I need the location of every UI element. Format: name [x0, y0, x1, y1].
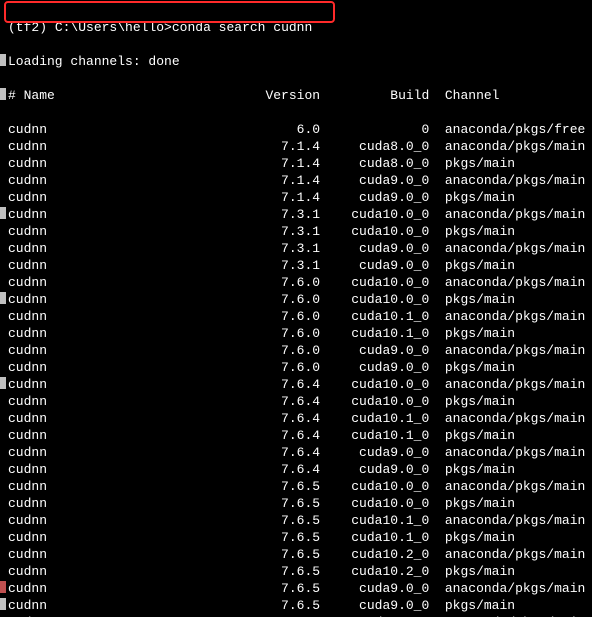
table-row: cudnn 7.6.4 cuda9.0_0 anaconda/pkgs/main [8, 444, 592, 461]
table-row: cudnn 7.6.4 cuda10.1_0 pkgs/main [8, 427, 592, 444]
table-header: # Name Version Build Channel [8, 87, 592, 104]
terminal-output[interactable]: (tf2) C:\Users\hello>conda search cudnn … [0, 0, 592, 617]
gutter-mark [0, 88, 6, 100]
editor-gutter [0, 0, 6, 617]
table-row: cudnn 7.3.1 cuda10.0_0 pkgs/main [8, 223, 592, 240]
table-row: cudnn 7.1.4 cuda9.0_0 anaconda/pkgs/main [8, 172, 592, 189]
gutter-mark [0, 598, 6, 610]
table-row: cudnn 7.6.4 cuda10.0_0 pkgs/main [8, 393, 592, 410]
table-row: cudnn 7.6.0 cuda10.1_0 anaconda/pkgs/mai… [8, 308, 592, 325]
loading-line: Loading channels: done [8, 53, 592, 70]
table-row: cudnn 7.6.0 cuda9.0_0 anaconda/pkgs/main [8, 342, 592, 359]
table-row: cudnn 7.6.5 cuda10.2_0 pkgs/main [8, 563, 592, 580]
table-row: cudnn 7.6.5 cuda10.1_0 anaconda/pkgs/mai… [8, 512, 592, 529]
prompt-command: conda search cudnn [172, 20, 312, 35]
table-row: cudnn 6.0 0 anaconda/pkgs/free [8, 121, 592, 138]
gutter-mark [0, 207, 6, 219]
table-row: cudnn 7.6.0 cuda10.1_0 pkgs/main [8, 325, 592, 342]
table-row: cudnn 7.6.5 cuda10.0_0 pkgs/main [8, 495, 592, 512]
prompt-env: (tf2) [8, 20, 47, 35]
gutter-mark [0, 292, 6, 304]
table-row: cudnn 7.6.0 cuda9.0_0 pkgs/main [8, 359, 592, 376]
table-row: cudnn 7.6.5 cuda10.1_0 pkgs/main [8, 529, 592, 546]
table-row: cudnn 7.6.0 cuda10.0_0 anaconda/pkgs/mai… [8, 274, 592, 291]
table-row: cudnn 7.3.1 cuda9.0_0 pkgs/main [8, 257, 592, 274]
table-row: cudnn 7.6.4 cuda10.1_0 anaconda/pkgs/mai… [8, 410, 592, 427]
table-row: cudnn 7.1.4 cuda8.0_0 pkgs/main [8, 155, 592, 172]
table-row: cudnn 7.6.4 cuda10.0_0 anaconda/pkgs/mai… [8, 376, 592, 393]
prompt-path: C:\Users\hello [55, 20, 164, 35]
gutter-mark [0, 581, 6, 593]
gutter-mark [0, 54, 6, 66]
gutter-mark [0, 377, 6, 389]
table-row: cudnn 7.6.5 cuda10.0_0 anaconda/pkgs/mai… [8, 478, 592, 495]
table-row: cudnn 7.6.4 cuda9.0_0 pkgs/main [8, 461, 592, 478]
table-row: cudnn 7.1.4 cuda8.0_0 anaconda/pkgs/main [8, 138, 592, 155]
table-row: cudnn 7.6.5 cuda9.0_0 pkgs/main [8, 597, 592, 614]
table-row: cudnn 7.3.1 cuda9.0_0 anaconda/pkgs/main [8, 240, 592, 257]
table-row: cudnn 7.6.5 cuda10.2_0 anaconda/pkgs/mai… [8, 546, 592, 563]
table-row: cudnn 7.1.4 cuda9.0_0 pkgs/main [8, 189, 592, 206]
table-row: cudnn 7.3.1 cuda10.0_0 anaconda/pkgs/mai… [8, 206, 592, 223]
table-row: cudnn 7.6.5 cuda9.0_0 anaconda/pkgs/main [8, 580, 592, 597]
table-row: cudnn 7.6.0 cuda10.0_0 pkgs/main [8, 291, 592, 308]
prompt-line: (tf2) C:\Users\hello>conda search cudnn [8, 19, 592, 36]
